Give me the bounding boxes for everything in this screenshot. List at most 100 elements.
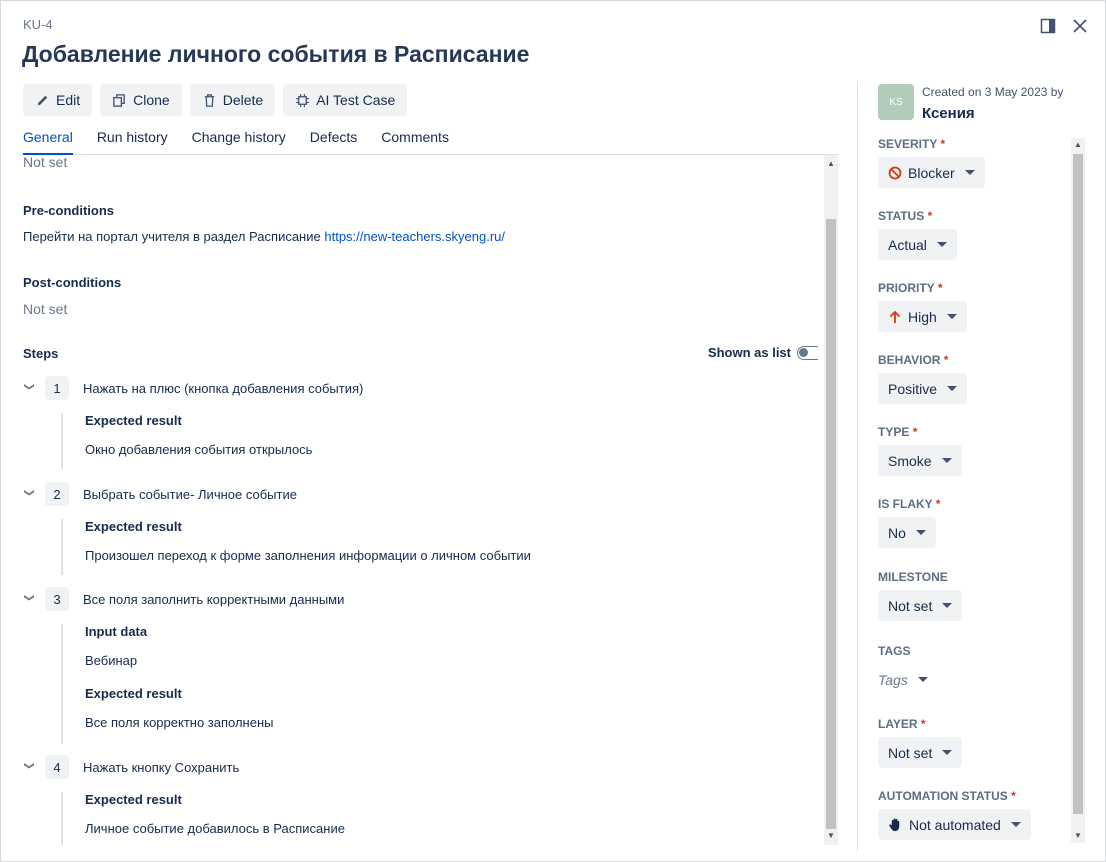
type-select[interactable]: Smoke: [878, 445, 962, 476]
scroll-up-arrow-icon[interactable]: ▲: [824, 157, 838, 171]
tab-defects[interactable]: Defects: [310, 129, 357, 153]
avatar: KS: [878, 84, 914, 120]
expected-result-label: Expected result: [85, 519, 182, 534]
expected-result-label: Expected result: [85, 686, 182, 701]
type-field: TYPE * Smoke: [878, 425, 962, 476]
expected-result-value: Произошел переход к форме заполнения инф…: [85, 548, 531, 563]
chevron-down-icon[interactable]: ❯: [24, 382, 35, 394]
caret-down-icon: [917, 677, 928, 682]
issue-key: KU-4: [23, 17, 53, 32]
sidebar-scrollbar[interactable]: ▲ ▼: [1071, 138, 1085, 843]
postconditions-value: Not set: [23, 301, 68, 317]
steps-heading: Steps: [23, 346, 59, 361]
scrollbar-thumb[interactable]: [1073, 154, 1083, 814]
priority-select[interactable]: High: [878, 301, 967, 332]
input-data-label: Input data: [85, 624, 148, 639]
step-row: ❯ 2 Выбрать событие- Личное событие: [23, 482, 297, 506]
automation-status-field: AUTOMATION STATUS * Not automated: [878, 789, 1031, 840]
close-icon[interactable]: [1069, 15, 1091, 37]
status-select[interactable]: Actual: [878, 229, 957, 260]
layer-field: LAYER * Not set: [878, 717, 963, 768]
window-controls: [1037, 15, 1091, 37]
milestone-field: MILESTONE Not set: [878, 570, 963, 621]
step-number: 2: [45, 482, 69, 506]
preconditions-heading: Pre-conditions: [23, 203, 115, 218]
expected-result-value: Все поля корректно заполнены: [85, 715, 274, 730]
behavior-select[interactable]: Positive: [878, 373, 968, 404]
scrollbar-thumb[interactable]: [826, 219, 836, 829]
expected-result-label: Expected result: [85, 413, 182, 428]
caret-down-icon: [1010, 822, 1021, 827]
hand-icon: [889, 818, 900, 832]
preconditions-text: Перейти на портал учителя в раздел Распи…: [23, 229, 506, 244]
caret-down-icon: [942, 603, 953, 608]
preconditions-link[interactable]: https://new-teachers.skyeng.ru/: [324, 229, 505, 244]
is-flaky-select[interactable]: No: [878, 517, 936, 548]
tags-select[interactable]: Tags: [878, 664, 938, 695]
postconditions-heading: Post-conditions: [23, 275, 122, 290]
toolbar: Edit Clone Delete AI Test Case: [23, 84, 408, 116]
step-number: 3: [45, 587, 69, 611]
expected-result-label: Expected result: [85, 792, 182, 807]
behavior-field: BEHAVIOR * Positive: [878, 353, 968, 404]
layer-select[interactable]: Not set: [878, 737, 963, 768]
tab-bar: General Run history Change history Defec…: [23, 129, 839, 155]
scroll-down-arrow-icon[interactable]: ▼: [1071, 829, 1085, 843]
trash-icon: [204, 93, 214, 107]
chevron-down-icon[interactable]: ❯: [24, 761, 35, 773]
step-body: Expected result Окно добавления события …: [61, 413, 312, 469]
step-text: Выбрать событие- Личное событие: [83, 486, 297, 502]
caret-down-icon: [947, 386, 958, 391]
is-flaky-field: IS FLAKY * No: [878, 497, 940, 548]
scroll-up-arrow-icon[interactable]: ▲: [1071, 138, 1085, 152]
expected-result-value: Личное событие добавилось в Расписание: [85, 821, 345, 836]
step-row: ❯ 3 Все поля заполнить корректными данны…: [23, 587, 344, 611]
content-scrollbar[interactable]: ▲ ▼: [824, 155, 838, 845]
expected-result-value: Окно добавления события открылось: [85, 442, 313, 457]
description-value: Not set: [23, 155, 68, 170]
author-name: Ксения: [922, 105, 975, 122]
automation-status-select[interactable]: Not automated: [878, 809, 1031, 840]
caret-down-icon: [964, 170, 975, 175]
shown-as-list-toggle[interactable]: Shown as list: [708, 345, 818, 360]
severity-select[interactable]: Blocker: [878, 157, 985, 188]
chevron-down-icon[interactable]: ❯: [24, 593, 35, 605]
step-body: Expected result Личное событие добавилос…: [61, 792, 345, 845]
clone-button[interactable]: Clone: [100, 84, 182, 116]
status-field: STATUS * Actual: [878, 209, 957, 260]
edit-button[interactable]: Edit: [23, 84, 93, 116]
tab-change-history[interactable]: Change history: [192, 129, 286, 153]
step-body: Expected result Произошел переход к форм…: [61, 519, 531, 575]
step-row: ❯ 4 Нажать кнопку Сохранить: [23, 755, 239, 779]
step-text: Нажать на плюс (кнопка добавления событи…: [83, 380, 364, 396]
tab-comments[interactable]: Comments: [381, 129, 449, 153]
priority-field: PRIORITY * High: [878, 281, 967, 332]
general-content: Not set Pre-conditions Перейти на портал…: [23, 155, 818, 845]
caret-down-icon: [942, 750, 953, 755]
details-sidebar: KS Created on 3 May 2023 by Ксения SEVER…: [857, 81, 1088, 851]
delete-button[interactable]: Delete: [189, 84, 276, 116]
chip-icon: [296, 93, 310, 107]
copy-icon: [113, 93, 125, 107]
test-case-modal: KU-4 Добавление личного события в Распис…: [0, 0, 1106, 862]
chevron-down-icon[interactable]: ❯: [24, 488, 35, 500]
caret-down-icon: [946, 314, 957, 319]
pencil-icon: [37, 95, 48, 105]
toggle-switch[interactable]: [797, 345, 818, 360]
milestone-select[interactable]: Not set: [878, 590, 963, 621]
tags-field: TAGS Tags: [878, 644, 938, 695]
step-number: 1: [45, 376, 69, 400]
severity-field: SEVERITY * Blocker: [878, 137, 985, 188]
scroll-down-arrow-icon[interactable]: ▼: [824, 829, 838, 843]
step-row: ❯ 1 Нажать на плюс (кнопка добавления со…: [23, 376, 363, 400]
caret-down-icon: [936, 242, 947, 247]
side-panel-icon[interactable]: [1037, 15, 1059, 37]
ai-test-case-button[interactable]: AI Test Case: [283, 84, 408, 116]
step-text: Нажать кнопку Сохранить: [83, 759, 240, 775]
tab-run-history[interactable]: Run history: [97, 129, 168, 153]
blocker-icon: [888, 166, 902, 179]
tab-general[interactable]: General: [23, 129, 73, 155]
step-body: Input data Вебинар Expected result Все п…: [61, 624, 274, 744]
page-title: Добавление личного события в Расписание: [22, 41, 530, 67]
input-data-value: Вебинар: [85, 653, 138, 668]
